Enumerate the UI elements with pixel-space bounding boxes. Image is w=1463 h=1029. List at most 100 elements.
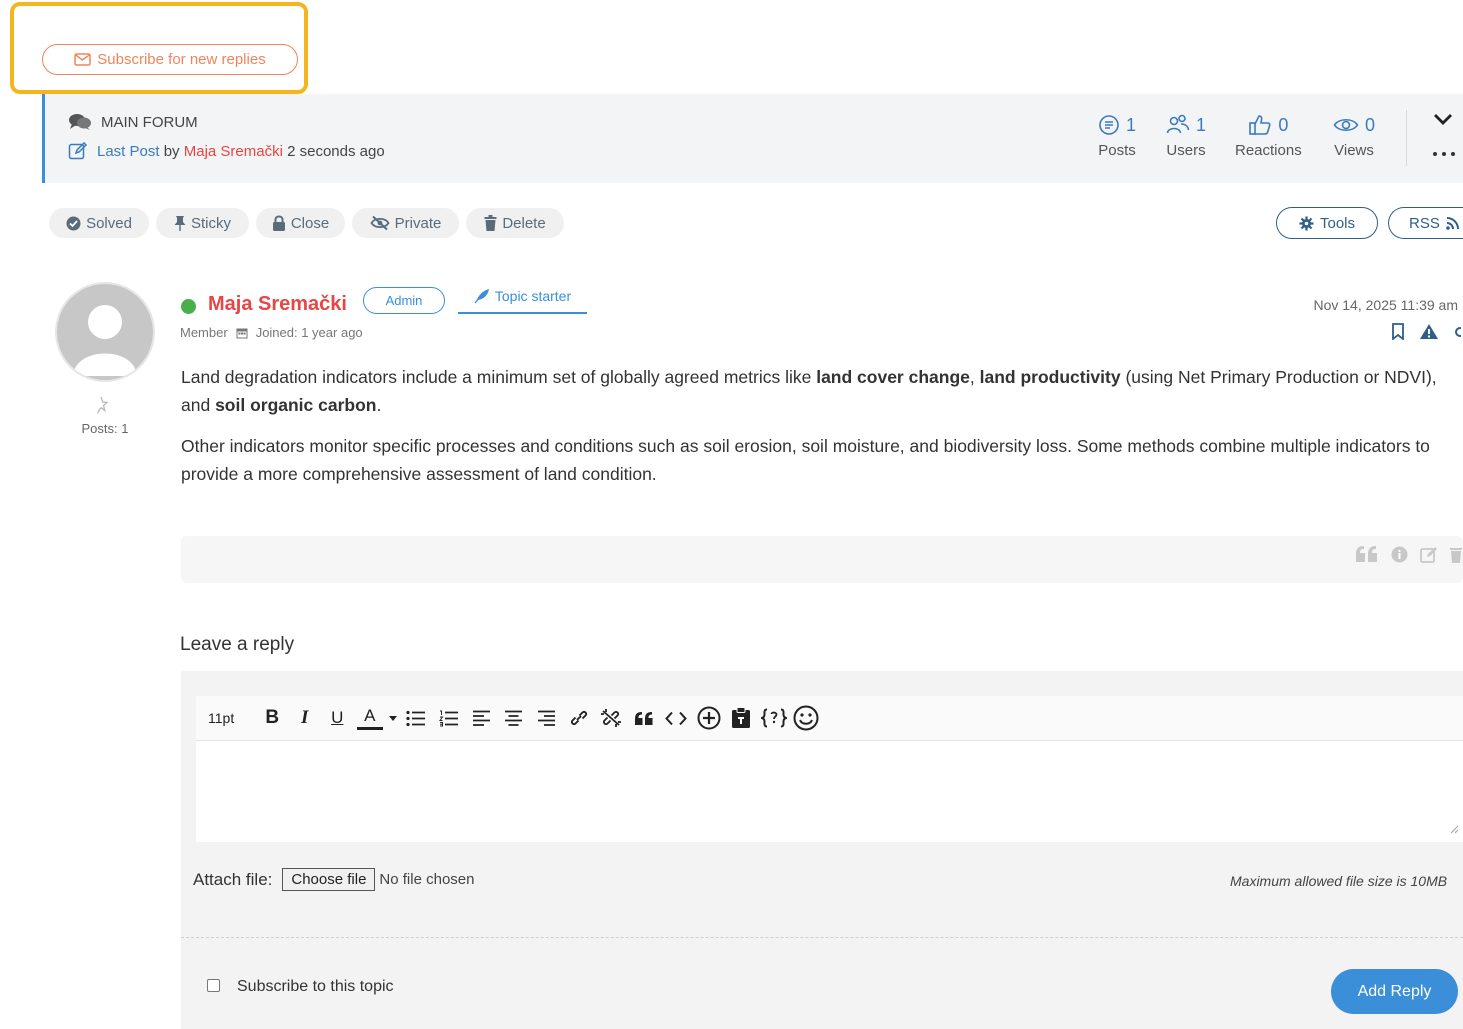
dashed-divider bbox=[181, 937, 1463, 938]
underline-icon[interactable]: U bbox=[321, 703, 354, 733]
last-post-label[interactable]: Last Post bbox=[97, 143, 160, 160]
post-paragraph-2: Other indicators monitor specific proces… bbox=[181, 436, 1430, 484]
close-button[interactable]: Close bbox=[256, 208, 345, 238]
solved-label: Solved bbox=[86, 214, 132, 232]
choose-file-button[interactable]: Choose file bbox=[282, 868, 376, 891]
rank-star-icon bbox=[94, 396, 108, 414]
resize-handle-icon[interactable] bbox=[1449, 824, 1459, 834]
topic-starter-badge: Topic starter bbox=[458, 288, 587, 314]
subscribe-topic-checkbox[interactable] bbox=[207, 979, 220, 992]
stat-users-label: Users bbox=[1166, 142, 1206, 159]
author-post-count: Posts: 1 bbox=[81, 421, 129, 436]
editor-toolbar: 11pt B I U A bbox=[196, 696, 1463, 741]
last-post-time: 2 seconds ago bbox=[287, 142, 385, 160]
post-header-tools bbox=[1391, 323, 1461, 340]
align-left-icon[interactable] bbox=[465, 703, 498, 733]
online-status-icon bbox=[181, 299, 196, 314]
subscribe-new-replies-button[interactable]: Subscribe for new replies bbox=[42, 44, 298, 75]
reactions-icon bbox=[1248, 114, 1272, 136]
admin-badge: Admin bbox=[363, 287, 445, 314]
private-label: Private bbox=[394, 214, 442, 232]
attach-file-label: Attach file: bbox=[193, 869, 273, 889]
sticky-button[interactable]: Sticky bbox=[156, 208, 249, 238]
stat-views-label: Views bbox=[1334, 142, 1374, 159]
source-code-icon[interactable] bbox=[758, 703, 791, 733]
blockquote-icon[interactable] bbox=[628, 703, 661, 733]
forum-name: MAIN FORUM bbox=[101, 113, 198, 131]
solved-button[interactable]: Solved bbox=[49, 208, 149, 238]
delete-label: Delete bbox=[502, 214, 546, 232]
rss-label: RSS bbox=[1409, 214, 1440, 232]
attach-file-row: Attach file: Choose file No file chosen bbox=[193, 868, 474, 891]
last-post-line: Last Post by Maja Sremački 2 seconds ago bbox=[68, 142, 385, 160]
align-center-icon[interactable] bbox=[498, 703, 531, 733]
no-file-chosen-text: No file chosen bbox=[379, 871, 475, 888]
add-circle-icon[interactable] bbox=[693, 703, 726, 733]
lock-icon bbox=[272, 215, 286, 231]
post-paragraph-1: Land degradation indicators include a mi… bbox=[181, 367, 1437, 415]
member-role: Member bbox=[180, 325, 228, 340]
tools-label: Tools bbox=[1319, 214, 1356, 232]
more-options-icon[interactable] bbox=[1432, 151, 1456, 157]
gear-icon bbox=[1299, 216, 1314, 231]
private-button[interactable]: Private bbox=[352, 208, 459, 238]
stat-posts-value: 1 bbox=[1126, 114, 1137, 135]
stat-reactions: 0 Reactions bbox=[1235, 112, 1302, 160]
chevron-down-icon[interactable] bbox=[1433, 112, 1453, 126]
emoji-icon[interactable] bbox=[790, 703, 823, 733]
font-size-select[interactable]: 11pt bbox=[208, 703, 256, 733]
post-footer-bar bbox=[181, 536, 1463, 583]
link-icon[interactable] bbox=[1453, 325, 1461, 339]
stat-users-value: 1 bbox=[1196, 114, 1207, 135]
bold-icon[interactable]: B bbox=[256, 703, 289, 733]
edit-post-icon[interactable] bbox=[1420, 546, 1438, 563]
envelope-icon bbox=[74, 53, 92, 66]
forum-breadcrumb[interactable]: MAIN FORUM bbox=[68, 113, 198, 131]
trash-icon bbox=[484, 215, 497, 231]
stat-views: 0 Views bbox=[1333, 112, 1375, 159]
paste-icon[interactable] bbox=[725, 703, 758, 733]
bookmark-icon[interactable] bbox=[1391, 323, 1405, 340]
stat-reactions-value: 0 bbox=[1278, 114, 1289, 135]
delete-button[interactable]: Delete bbox=[466, 208, 564, 238]
last-post-author[interactable]: Maja Sremački bbox=[184, 143, 283, 160]
quote-icon[interactable] bbox=[1355, 545, 1379, 563]
feather-icon bbox=[474, 288, 490, 304]
subscribe-topic-label[interactable]: Subscribe to this topic bbox=[237, 978, 394, 996]
unlink-icon[interactable] bbox=[595, 703, 628, 733]
stat-posts-label: Posts bbox=[1098, 142, 1136, 159]
post-date: Nov 14, 2025 11:39 am bbox=[1313, 297, 1458, 313]
reply-editor[interactable] bbox=[196, 741, 1463, 842]
numbered-list-icon[interactable] bbox=[433, 703, 466, 733]
stat-views-value: 0 bbox=[1365, 114, 1376, 135]
post-author-name[interactable]: Maja Sremački bbox=[208, 293, 347, 316]
link-insert-icon[interactable] bbox=[563, 703, 596, 733]
info-icon[interactable] bbox=[1391, 546, 1408, 563]
post-footer-tools bbox=[1355, 545, 1462, 563]
stat-users: 1 Users bbox=[1166, 112, 1207, 160]
calendar-icon bbox=[236, 327, 248, 339]
report-warning-icon[interactable] bbox=[1419, 323, 1439, 340]
add-reply-button[interactable]: Add Reply bbox=[1331, 969, 1458, 1014]
post-content: Land degradation indicators include a mi… bbox=[181, 363, 1441, 501]
rss-button[interactable]: RSS bbox=[1388, 207, 1463, 239]
align-right-icon[interactable] bbox=[530, 703, 563, 733]
avatar[interactable] bbox=[55, 282, 155, 382]
sticky-label: Sticky bbox=[190, 214, 231, 232]
italic-icon[interactable]: I bbox=[289, 703, 322, 733]
reply-form-title: Leave a reply bbox=[180, 634, 295, 655]
trash-post-icon[interactable] bbox=[1450, 546, 1462, 563]
by-label: by bbox=[163, 142, 180, 160]
close-label: Close bbox=[290, 214, 330, 232]
tools-button[interactable]: Tools bbox=[1276, 207, 1378, 239]
bullet-list-icon[interactable] bbox=[400, 703, 433, 733]
text-color-icon[interactable]: A bbox=[354, 703, 387, 733]
rss-icon bbox=[1446, 216, 1459, 230]
posts-icon bbox=[1098, 114, 1120, 136]
code-icon[interactable] bbox=[660, 703, 693, 733]
stats-divider bbox=[1406, 110, 1407, 166]
comments-icon bbox=[68, 113, 92, 131]
caret-down-icon[interactable] bbox=[386, 703, 400, 733]
stat-reactions-label: Reactions bbox=[1235, 142, 1302, 159]
views-icon bbox=[1333, 116, 1359, 134]
